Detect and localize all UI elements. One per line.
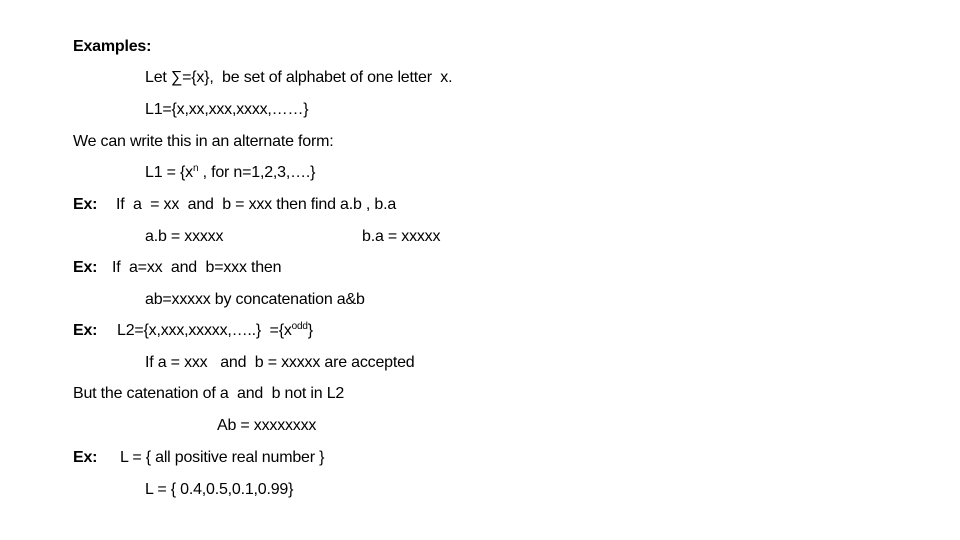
ex-label: Ex:	[73, 322, 98, 339]
example-3-catenation-note: But the catenation of a and b not in L2	[73, 385, 345, 402]
example-2-text: If a=xx and b=xxx then	[112, 259, 282, 276]
formula-text: , for n=1,2,3,….}	[198, 164, 316, 181]
example-3-language-l2: L2={x,xxx,xxxxx,…..} ={xodd}	[117, 321, 313, 341]
language-l1-alternate: L1 = {xn , for n=1,2,3,….}	[145, 163, 315, 183]
example-4-text: L = { all positive real number }	[120, 449, 325, 466]
alternate-form-text: We can write this in an alternate form:	[73, 133, 334, 150]
formula-text: L2={x,xxx,xxxxx,…..} ={x	[117, 322, 292, 339]
ex-label: Ex:	[73, 449, 98, 466]
example-3-accepted: If a = xxx and b = xxxxx are accepted	[145, 354, 415, 371]
example-4-set: L = { 0.4,0.5,0.1,0.99}	[145, 481, 294, 498]
formula-text: L1 = {x	[145, 164, 193, 181]
ex-label: Ex:	[73, 259, 98, 276]
heading-examples: Examples:	[73, 38, 152, 55]
ex-label: Ex:	[73, 196, 98, 213]
example-1-ba: b.a = xxxxx	[362, 228, 441, 245]
example-2-result: ab=xxxxx by concatenation a&b	[145, 291, 365, 308]
example-1-text: If a = xx and b = xxx then find a.b , b.…	[116, 196, 397, 213]
example-3-result: Ab = xxxxxxxx	[217, 417, 317, 434]
language-l1: L1={x,xx,xxx,xxxx,……}	[145, 101, 309, 118]
example-1-ab: a.b = xxxxx	[145, 228, 224, 245]
formula-text: }	[307, 322, 313, 339]
superscript: odd	[291, 321, 308, 332]
alphabet-definition: Let ∑={x}, be set of alphabet of one let…	[145, 69, 453, 86]
